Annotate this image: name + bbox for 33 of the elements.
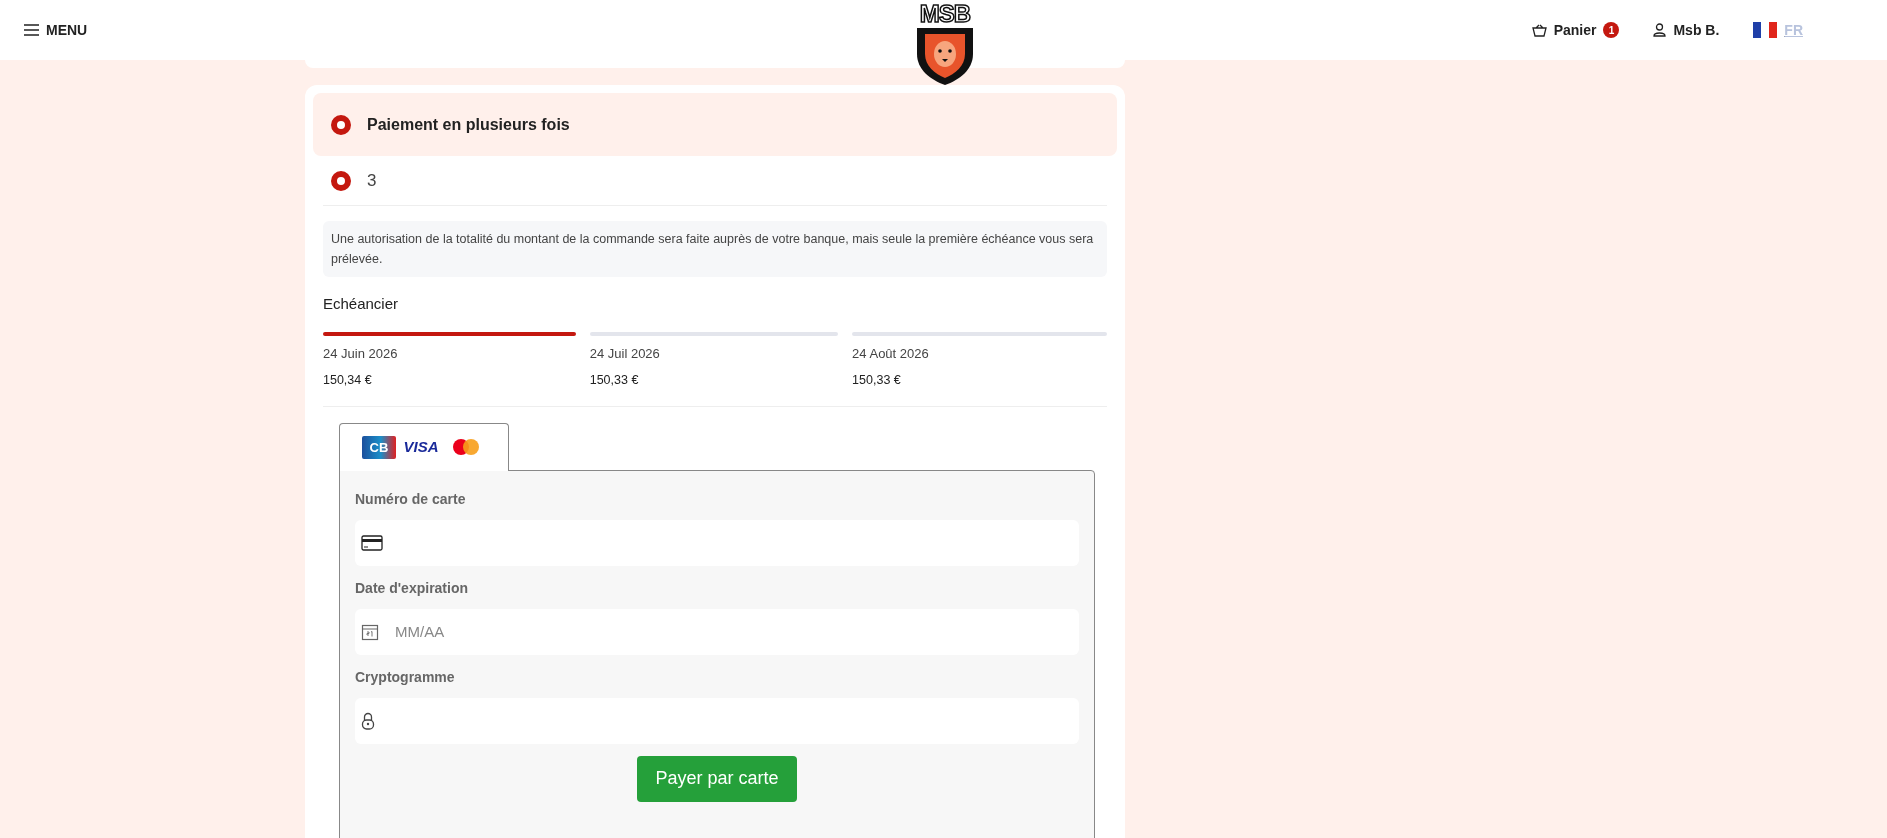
info-notice: Une autorisation de la totalité du montant de la commande sera faite auprès de votre banque, mais seule la première échéance vous sera prélevée.	[323, 221, 1107, 277]
schedule-amount: 150,33 €	[852, 372, 902, 389]
cb-logo: CB	[362, 435, 396, 459]
payment-option[interactable]: Paiement en plusieurs fois	[313, 93, 1117, 156]
option-label: Paiement en plusieurs fois	[367, 114, 570, 135]
mastercard-logo	[452, 438, 480, 457]
basket-icon	[1531, 23, 1547, 37]
cart-button[interactable]: Panier 1	[1531, 19, 1620, 41]
account-button[interactable]: Msb B.	[1653, 19, 1720, 41]
radio-button[interactable]	[331, 114, 351, 135]
field-label: Date d'expiration	[355, 578, 470, 598]
schedule-date: 24 Juin 2026	[323, 344, 399, 363]
radio-button[interactable]	[331, 170, 351, 191]
field-label: Numéro de carte	[355, 489, 467, 509]
menu-icon	[24, 24, 39, 36]
input-field[interactable]	[355, 519, 1079, 566]
menu-button[interactable]: MENU	[24, 19, 88, 41]
input-field[interactable]	[355, 697, 1079, 744]
schedule-title: Echéancier	[323, 294, 400, 314]
user-icon	[1653, 23, 1667, 37]
schedule-amount: 150,34 €	[323, 372, 373, 389]
schedule-date: 24 Juil 2026	[589, 344, 661, 363]
schedule-date: 24 Août 2026	[852, 344, 930, 363]
logo-text[interactable]: MSB	[919, 2, 971, 26]
input-field[interactable]: MM/AA	[355, 608, 1079, 655]
card-tab[interactable]: CB VISA	[339, 422, 509, 471]
installment-option[interactable]: 3	[323, 156, 1107, 206]
schedule-amount: 150,33 €	[589, 372, 640, 389]
field-label: Cryptogramme	[355, 667, 456, 687]
cart-count-badge: 1	[1603, 22, 1620, 38]
cart-label: Panier	[1553, 20, 1597, 40]
flag-icon	[1753, 22, 1778, 38]
option-label: 3	[367, 169, 377, 192]
